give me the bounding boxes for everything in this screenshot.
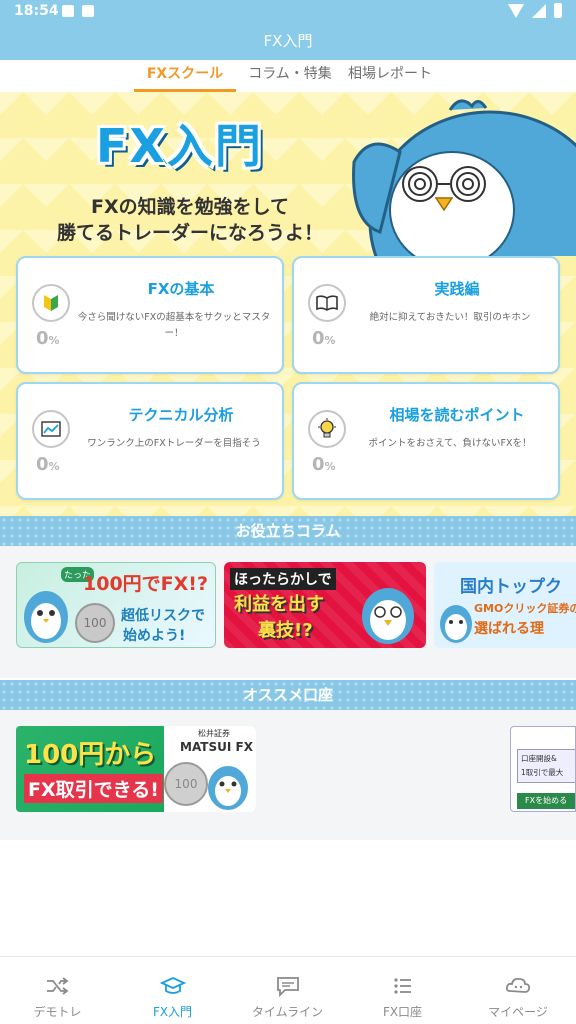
course-title: 相場を読むポイント xyxy=(389,406,525,424)
course-card-technical[interactable]: テクニカル分析 ワンランク上のFXトレーダーを目指そう 0% xyxy=(16,382,284,500)
banner-headline: 国内トップク xyxy=(460,577,562,597)
hero-subtitle-line2: 勝てるトレーダーになろうよ！ xyxy=(56,222,323,244)
status-time: 18:54 xyxy=(14,3,59,19)
nav-label: デモトレ xyxy=(33,1005,82,1019)
account-banner-partial[interactable]: 口座開設& 1取引で最大 FXを始める xyxy=(510,726,576,812)
penguin-illustration xyxy=(362,588,414,644)
nav-fx-account[interactable]: FX口座 xyxy=(345,957,460,1024)
list-icon xyxy=(393,978,411,994)
course-description: 絶対に抑えておきたい！取引のキホン xyxy=(369,312,531,323)
banner-line3: 裏技!? xyxy=(258,620,313,641)
accounts-section-header: オススメ口座 xyxy=(0,680,576,710)
penguin-mascot-illustration xyxy=(352,99,576,256)
course-progress: 0% xyxy=(36,328,60,349)
column-banner-passive-profit[interactable]: ほったらかしで 利益を出す 裏技!? xyxy=(224,562,426,648)
nav-fx-intro[interactable]: FX入門 xyxy=(115,957,230,1024)
penguin-illustration xyxy=(440,605,472,643)
nav-label: マイページ xyxy=(488,1005,548,1019)
tab-bar: FXスクール コラム・特集 相場レポート xyxy=(0,60,576,92)
page-title: FX入門 xyxy=(263,32,313,50)
course-description: ポイントをおさえて、負けないFXを！ xyxy=(368,438,532,449)
beginner-mark-icon xyxy=(32,284,70,322)
penguin-illustration xyxy=(208,766,248,810)
brand-logo: MATSUI FX xyxy=(180,740,253,754)
course-title: テクニカル分析 xyxy=(128,406,234,424)
course-description: 今さら聞けないFXの超基本をサクッとマスター！ xyxy=(77,312,271,339)
nav-label: FX入門 xyxy=(152,1005,193,1019)
book-icon xyxy=(308,284,346,322)
course-card-basics[interactable]: FXの基本 今さら聞けないFXの超基本をサクッとマスター！ 0% xyxy=(16,256,284,374)
accounts-carousel[interactable]: 100円から FX取引できる! 松井証券 MATSUI FX 100 口座開設&… xyxy=(0,710,576,840)
banner-line1: ほったらかしで xyxy=(230,568,336,590)
tab-columns[interactable]: コラム・特集 xyxy=(240,60,340,92)
course-card-market-points[interactable]: 相場を読むポイント ポイントをおさえて、負けないFXを！ 0% xyxy=(292,382,560,500)
course-progress: 0% xyxy=(312,328,336,349)
brand-small: 松井証券 xyxy=(198,729,230,738)
columns-carousel[interactable]: たった 100円でFX!? 100 超低リスクで 始めよう! ほったらかしで 利… xyxy=(0,546,576,678)
wifi-icon xyxy=(508,3,524,18)
course-title: FXの基本 xyxy=(147,280,215,298)
section-title: オススメ口座 xyxy=(242,686,333,704)
section-title: お役立ちコラム xyxy=(235,522,341,540)
columns-section-header: お役立ちコラム xyxy=(0,516,576,546)
app-root: 18:54 FX入門 FXスクール コラム・特集 相場レポート FX入門 FXの… xyxy=(0,0,576,1024)
coin-illustration: 100 xyxy=(75,603,115,643)
gallery-notification-icon xyxy=(62,5,74,17)
banner-line1: 口座開設& xyxy=(521,754,557,763)
hero-title-logo: FX入門 xyxy=(96,110,276,173)
course-progress: 0% xyxy=(312,454,336,475)
banner-line3: 選ばれる理 xyxy=(474,621,544,637)
banner-line2: 超低リスクで xyxy=(121,608,205,624)
hero-subtitle-line1: FXの知識を勉強をして xyxy=(90,196,290,218)
cloud-face-icon xyxy=(505,977,531,993)
banner-headline: 100円から xyxy=(24,740,157,770)
banner-line2: GMOクリック証券の xyxy=(474,602,576,615)
column-banner-gmo[interactable]: 国内トップク GMOクリック証券の 選ばれる理 xyxy=(434,562,576,648)
banner-line2: FX取引できる! xyxy=(24,774,163,803)
status-bar: 18:54 xyxy=(0,0,576,24)
hero-title: FX入門 xyxy=(96,119,263,173)
signal-icon xyxy=(532,3,546,18)
account-banner-matsui[interactable]: 100円から FX取引できる! 松井証券 MATSUI FX 100 xyxy=(16,726,256,812)
course-progress: 0% xyxy=(36,454,60,475)
course-description: ワンランク上のFXトレーダーを目指そう xyxy=(87,438,261,449)
course-card-practice[interactable]: 実践編 絶対に抑えておきたい！取引のキホン 0% xyxy=(292,256,560,374)
penguin-illustration xyxy=(24,591,68,643)
banner-line3: FXを始める xyxy=(525,796,568,805)
nav-mypage[interactable]: マイページ xyxy=(460,957,576,1024)
hero-section: FX入門 FXの知識を勉強をして 勝てるトレーダーになろうよ！ FXの基本 今さ… xyxy=(0,92,576,516)
coin-illustration: 100 xyxy=(164,762,208,806)
banner-line2: 1取引で最大 xyxy=(521,768,564,777)
nav-demo-trade[interactable]: デモトレ xyxy=(0,957,115,1024)
font-notification-icon xyxy=(82,5,94,17)
battery-icon xyxy=(554,3,562,18)
chart-icon xyxy=(32,410,70,448)
nav-timeline[interactable]: タイムライン xyxy=(230,957,345,1024)
graduation-cap-icon xyxy=(159,977,186,994)
banner-headline: 利益を出す xyxy=(234,594,324,615)
tab-market-report[interactable]: 相場レポート xyxy=(342,60,438,92)
banner-line3: 始めよう! xyxy=(123,628,186,644)
banner-headline: 100円でFX!? xyxy=(83,573,208,595)
nav-label: FX口座 xyxy=(382,1005,423,1019)
column-banner-100yen[interactable]: たった 100円でFX!? 100 超低リスクで 始めよう! xyxy=(16,562,216,648)
nav-label: タイムライン xyxy=(251,1005,324,1019)
bottom-navigation: デモトレ FX入門 タイムライン FX口座 マイページ xyxy=(0,956,576,1024)
course-title: 実践編 xyxy=(434,280,480,298)
tab-fx-school[interactable]: FXスクール xyxy=(134,60,236,92)
lightbulb-icon xyxy=(308,410,346,448)
chat-bubble-icon xyxy=(276,977,299,997)
app-bar: FX入門 xyxy=(0,24,576,60)
shuffle-icon xyxy=(46,977,68,995)
